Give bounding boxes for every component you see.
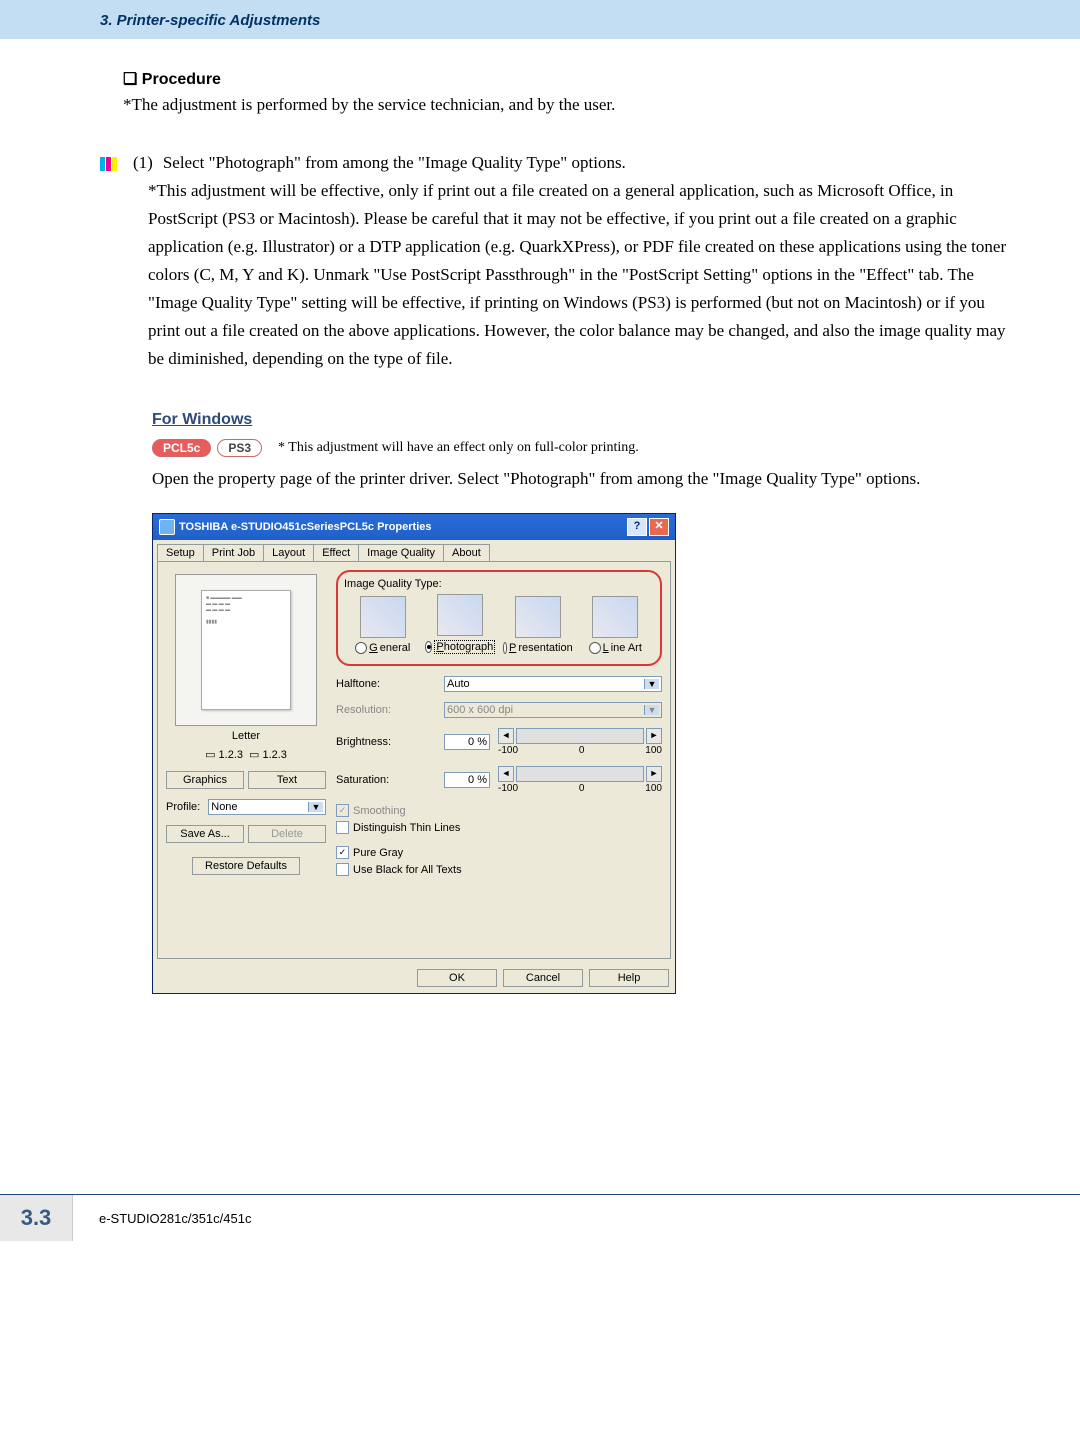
help-button[interactable]: Help <box>589 969 669 987</box>
badges-row: PCL5c PS3 * This adjustment will have an… <box>152 439 1015 457</box>
titlebar: TOSHIBA e-STUDIO451cSeriesPCL5c Properti… <box>153 514 675 540</box>
delete-button[interactable]: Delete <box>248 825 326 843</box>
app-icon <box>159 519 175 535</box>
help-icon[interactable]: ? <box>627 518 647 536</box>
brightness-value[interactable]: 0 % <box>444 734 490 750</box>
black-texts-label: Use Black for All Texts <box>353 864 462 876</box>
lineart-thumb-icon <box>592 596 638 638</box>
page-number: 3.3 <box>0 1195 73 1241</box>
photograph-thumb-icon <box>437 594 483 636</box>
properties-dialog: TOSHIBA e-STUDIO451cSeriesPCL5c Properti… <box>152 513 676 994</box>
save-as-button[interactable]: Save As... <box>166 825 244 843</box>
page-footer: 3.3 e-STUDIO281c/351c/451c <box>0 1194 1080 1271</box>
iqt-general[interactable]: GGeneraleneral <box>348 596 418 654</box>
left-column: ■ ▬▬▬▬ ▬▬▬ ▬ ▬ ▬▬ ▬ ▬ ▬▮▮▮▮ Letter ▭ 1.2… <box>166 570 326 885</box>
paper-size-label: Letter <box>166 730 326 742</box>
arrow-left-icon[interactable]: ◄ <box>498 766 514 782</box>
footer-model: e-STUDIO281c/351c/451c <box>73 1211 251 1226</box>
arrow-right-icon[interactable]: ► <box>646 728 662 744</box>
profile-label: Profile: <box>166 801 200 813</box>
thin-lines-label: Distinguish Thin Lines <box>353 822 460 834</box>
size-large-icon: ▭ 1.2.3 <box>249 748 287 761</box>
graphics-button[interactable]: Graphics <box>166 771 244 789</box>
tabs: Setup Print Job Layout Effect Image Qual… <box>153 540 675 561</box>
procedure-heading: Procedure <box>123 69 1015 89</box>
text-button[interactable]: Text <box>248 771 326 789</box>
chevron-down-icon: ▼ <box>308 802 323 812</box>
right-column: Image Quality Type: GGeneraleneral Photo… <box>336 570 662 876</box>
image-quality-type-group: Image Quality Type: GGeneraleneral Photo… <box>336 570 662 666</box>
halftone-label: Halftone: <box>336 678 436 690</box>
halftone-dropdown[interactable]: Auto▼ <box>444 676 662 692</box>
size-small-icon: ▭ 1.2.3 <box>205 748 243 761</box>
brightness-slider[interactable]: ◄ ► <box>498 728 662 744</box>
step-body: *This adjustment will be effective, only… <box>148 177 1015 373</box>
close-icon[interactable]: ✕ <box>649 518 669 536</box>
pure-gray-checkbox[interactable]: ✓ <box>336 846 349 859</box>
saturation-label: Saturation: <box>336 774 436 786</box>
black-texts-checkbox[interactable] <box>336 863 349 876</box>
brightness-label: Brightness: <box>336 736 436 748</box>
tab-about[interactable]: About <box>443 544 490 561</box>
section-title: 3. Printer-specific Adjustments <box>100 12 320 29</box>
content-area: Procedure *The adjustment is performed b… <box>0 39 1080 994</box>
dialog-title: TOSHIBA e-STUDIO451cSeriesPCL5c Properti… <box>179 521 431 533</box>
paper-preview-icon: ■ ▬▬▬▬ ▬▬▬ ▬ ▬ ▬▬ ▬ ▬ ▬▮▮▮▮ <box>201 590 291 710</box>
step-title: Select "Photograph" from among the "Imag… <box>163 153 626 173</box>
tab-printjob[interactable]: Print Job <box>203 544 264 561</box>
preview-box: ■ ▬▬▬▬ ▬▬▬ ▬ ▬ ▬▬ ▬ ▬ ▬▮▮▮▮ <box>175 574 317 726</box>
for-windows-heading: For Windows <box>152 411 1015 429</box>
tab-layout[interactable]: Layout <box>263 544 314 561</box>
cancel-button[interactable]: Cancel <box>503 969 583 987</box>
chevron-down-icon: ▼ <box>644 705 659 715</box>
saturation-value[interactable]: 0 % <box>444 772 490 788</box>
iqt-presentation[interactable]: Presentation <box>503 596 573 654</box>
color-bars-icon <box>100 157 117 171</box>
chevron-down-icon: ▼ <box>644 679 659 689</box>
tab-body: ■ ▬▬▬▬ ▬▬▬ ▬ ▬ ▬▬ ▬ ▬ ▬▮▮▮▮ Letter ▭ 1.2… <box>157 561 671 959</box>
size-icons: ▭ 1.2.3 ▭ 1.2.3 <box>166 748 326 761</box>
thin-lines-checkbox[interactable] <box>336 821 349 834</box>
pure-gray-label: Pure Gray <box>353 847 403 859</box>
arrow-left-icon[interactable]: ◄ <box>498 728 514 744</box>
profile-dropdown[interactable]: None▼ <box>208 799 326 815</box>
procedure-note: *The adjustment is performed by the serv… <box>123 95 1015 115</box>
tab-image-quality[interactable]: Image Quality <box>358 544 444 561</box>
step-row: (1) Select "Photograph" from among the "… <box>100 153 1015 173</box>
smoothing-checkbox: ✓ <box>336 804 349 817</box>
resolution-label: Resolution: <box>336 704 436 716</box>
badge-note: * This adjustment will have an effect on… <box>278 440 639 456</box>
badge-pcl5c: PCL5c <box>152 439 211 457</box>
smoothing-label: Smoothing <box>353 805 406 817</box>
page-header: 3. Printer-specific Adjustments <box>0 0 1080 39</box>
tab-setup[interactable]: Setup <box>157 544 204 561</box>
resolution-dropdown: 600 x 600 dpi▼ <box>444 702 662 718</box>
restore-defaults-button[interactable]: Restore Defaults <box>192 857 300 875</box>
step-number: (1) <box>133 153 153 173</box>
tab-effect[interactable]: Effect <box>313 544 359 561</box>
iqt-lineart[interactable]: Line Art <box>580 596 650 654</box>
iqt-label: Image Quality Type: <box>344 578 654 590</box>
dialog-screenshot: TOSHIBA e-STUDIO451cSeriesPCL5c Properti… <box>152 513 1015 994</box>
saturation-slider[interactable]: ◄ ► <box>498 766 662 782</box>
general-thumb-icon <box>360 596 406 638</box>
dialog-buttons: OK Cancel Help <box>153 963 675 993</box>
iqt-photograph[interactable]: Photograph <box>425 594 495 654</box>
ok-button[interactable]: OK <box>417 969 497 987</box>
presentation-thumb-icon <box>515 596 561 638</box>
arrow-right-icon[interactable]: ► <box>646 766 662 782</box>
badge-ps3: PS3 <box>217 439 262 457</box>
open-property-text: Open the property page of the printer dr… <box>152 465 1015 493</box>
